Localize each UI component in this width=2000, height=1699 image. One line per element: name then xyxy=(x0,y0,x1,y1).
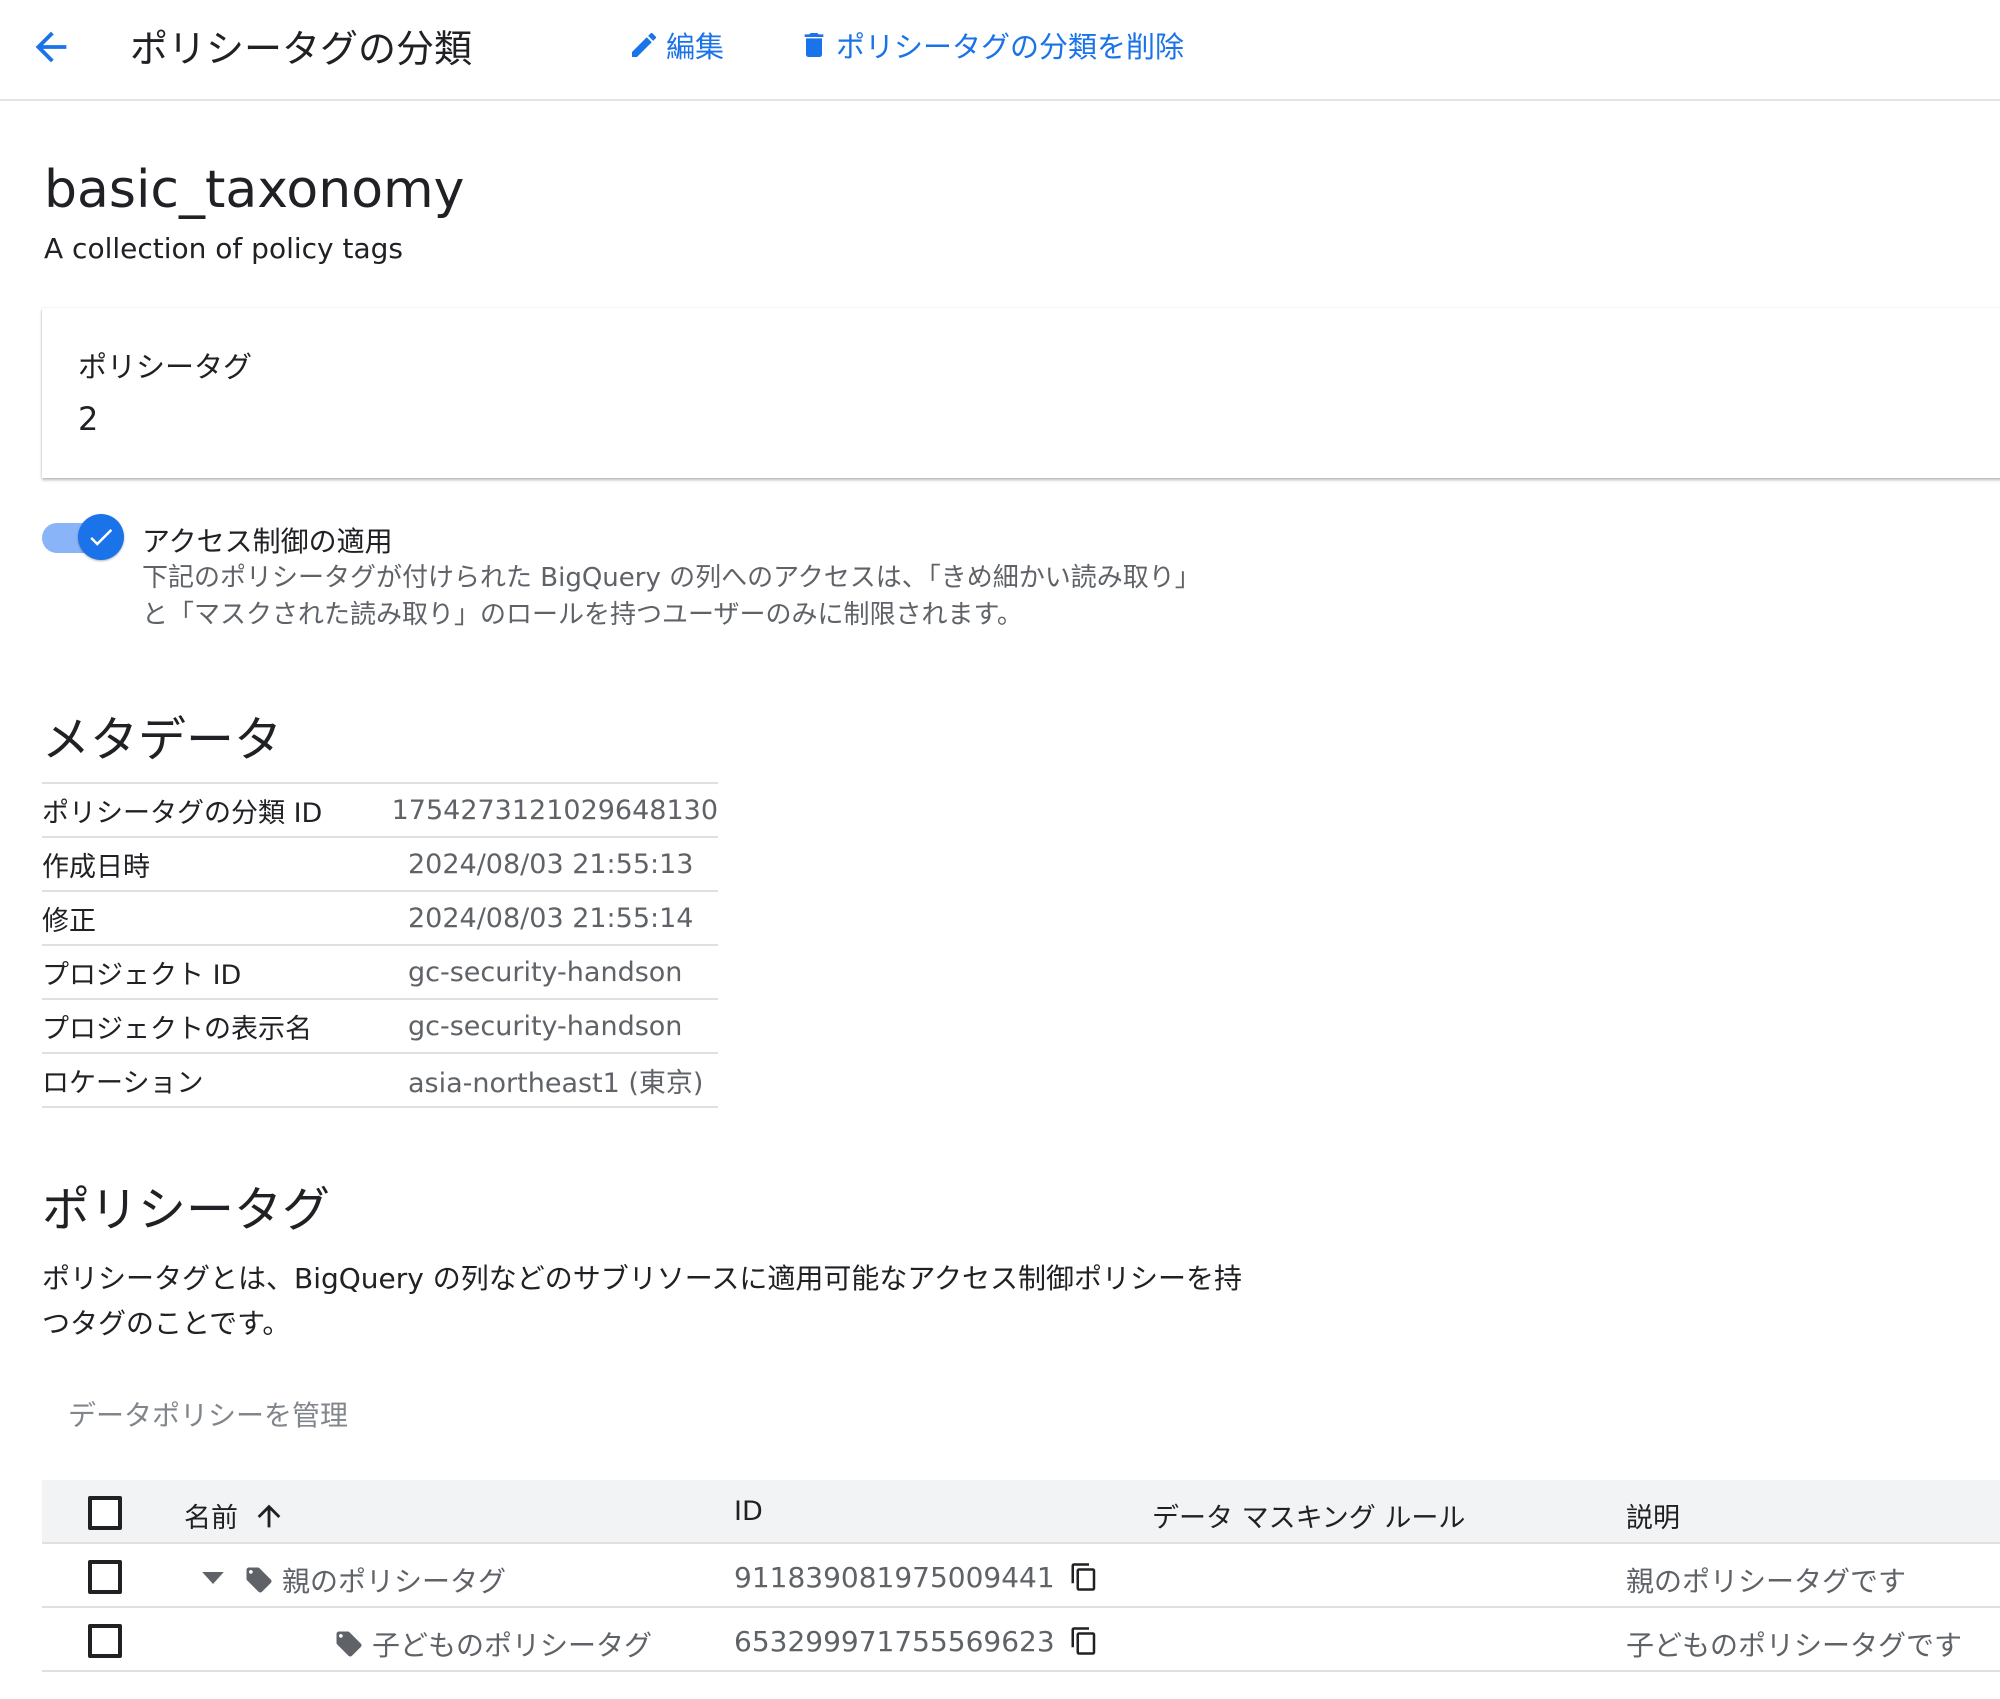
table-row: 親のポリシータグ 911839081975009441 親のポリシータグです xyxy=(42,1544,2000,1608)
metadata-key: ロケーション xyxy=(42,1067,204,1099)
check-icon xyxy=(90,528,113,546)
delete-taxonomy-button[interactable]: ポリシータグの分類を削除 xyxy=(798,24,1184,66)
metadata-value: 2024/08/03 21:55:14 xyxy=(408,902,694,934)
policy-tag-name-cell[interactable]: 子どものポリシータグ xyxy=(334,1624,652,1664)
access-control-description: 下記のポリシータグが付けられた BigQuery の列へのアクセスは、「きめ細か… xyxy=(142,563,1188,630)
metadata-key: プロジェクトの表示名 xyxy=(42,1013,312,1045)
top-toolbar: ポリシータグの分類 編集 ポリシータグの分類を削除 xyxy=(0,0,2000,101)
column-header-masking: データ マスキング ルール xyxy=(1152,1503,1466,1534)
policy-tag-name-cell[interactable]: 親のポリシータグ xyxy=(244,1560,506,1600)
metadata-key: 修正 xyxy=(42,905,96,937)
toggle-thumb xyxy=(78,514,124,560)
metadata-row: ロケーション asia-northeast1 (東京) xyxy=(42,1054,718,1108)
access-control-toggle[interactable] xyxy=(42,514,124,562)
policy-tag-id-cell: 911839081975009441 xyxy=(734,1560,1099,1594)
metadata-key: ポリシータグの分類 ID xyxy=(42,797,323,829)
policy-tag-description: 子どものポリシータグです xyxy=(1626,1629,1963,1662)
row-checkbox[interactable] xyxy=(88,1624,122,1658)
metadata-value: gc-security-handson xyxy=(408,1010,683,1042)
copy-icon[interactable] xyxy=(1069,1560,1099,1594)
policy-tag-name: 親のポリシータグ xyxy=(282,1565,507,1598)
metadata-value: gc-security-handson xyxy=(408,956,683,988)
taxonomy-name: basic_taxonomy xyxy=(44,160,465,220)
policy-tag-name: 子どものポリシータグ xyxy=(372,1629,653,1662)
back-button[interactable] xyxy=(28,24,74,70)
column-header-description: 説明 xyxy=(1626,1503,1680,1534)
policy-tag-count-card: ポリシータグ 2 xyxy=(42,308,2000,478)
metadata-value: 1754273121029648130 xyxy=(391,794,718,826)
metadata-row: プロジェクトの表示名 gc-security-handson xyxy=(42,1000,718,1054)
policy-tag-id: 653299971755569623 xyxy=(734,1624,1055,1658)
table-row: 子どものポリシータグ 653299971755569623 子どものポリシータグ… xyxy=(42,1608,2000,1672)
expand-toggle[interactable] xyxy=(198,1566,228,1594)
table-header-row: 名前 ID データ マスキング ルール 説明 xyxy=(42,1480,2000,1544)
metadata-row: 修正 2024/08/03 21:55:14 xyxy=(42,892,718,946)
metadata-key: 作成日時 xyxy=(42,851,150,883)
page-header-title: ポリシータグの分類 xyxy=(130,27,473,71)
metadata-row: ポリシータグの分類 ID 1754273121029648130 xyxy=(42,784,718,838)
arrow-up-icon xyxy=(257,1504,281,1527)
delete-label: ポリシータグの分類を削除 xyxy=(836,30,1185,64)
policy-tag-description: 親のポリシータグです xyxy=(1626,1565,1907,1598)
edit-label: 編集 xyxy=(666,30,725,64)
policy-tags-heading: ポリシータグ xyxy=(42,1182,331,1238)
column-header-name-label: 名前 xyxy=(184,1503,238,1534)
tag-icon xyxy=(334,1629,364,1659)
row-checkbox[interactable] xyxy=(88,1560,122,1594)
pencil-icon xyxy=(632,32,657,57)
taxonomy-description: A collection of policy tags xyxy=(44,232,404,265)
metadata-table: ポリシータグの分類 ID 1754273121029648130 作成日時 20… xyxy=(42,782,718,1108)
column-header-name[interactable]: 名前 xyxy=(184,1496,286,1535)
tag-icon xyxy=(244,1565,274,1595)
edit-button[interactable]: 編集 xyxy=(628,24,724,66)
trash-icon xyxy=(804,33,824,57)
access-control-label: アクセス制御の適用 xyxy=(142,525,393,558)
metadata-key: プロジェクト ID xyxy=(42,959,242,991)
policy-tag-id: 911839081975009441 xyxy=(734,1560,1055,1594)
policy-tag-id-cell: 653299971755569623 xyxy=(734,1624,1099,1658)
policy-tag-count-value: 2 xyxy=(78,400,99,438)
policy-tag-count-label: ポリシータグ xyxy=(78,350,253,384)
select-all-checkbox[interactable] xyxy=(88,1496,122,1530)
copy-icon[interactable] xyxy=(1069,1624,1099,1658)
policy-tags-table: 名前 ID データ マスキング ルール 説明 親のポリシータグ 91183908… xyxy=(42,1480,2000,1672)
arrow-left-icon xyxy=(35,31,67,63)
column-header-id: ID xyxy=(734,1496,763,1527)
policy-tags-description: ポリシータグとは、BigQuery の列などのサブリソースに適用可能なアクセス制… xyxy=(42,1262,1242,1340)
manage-data-policy-button[interactable]: データポリシーを管理 xyxy=(68,1394,348,1434)
metadata-heading: メタデータ xyxy=(42,712,283,768)
metadata-value: 2024/08/03 21:55:13 xyxy=(408,848,694,880)
metadata-value: asia-northeast1 (東京) xyxy=(408,1067,704,1099)
caret-down-icon xyxy=(202,1572,224,1584)
metadata-row: 作成日時 2024/08/03 21:55:13 xyxy=(42,838,718,892)
metadata-row: プロジェクト ID gc-security-handson xyxy=(42,946,718,1000)
